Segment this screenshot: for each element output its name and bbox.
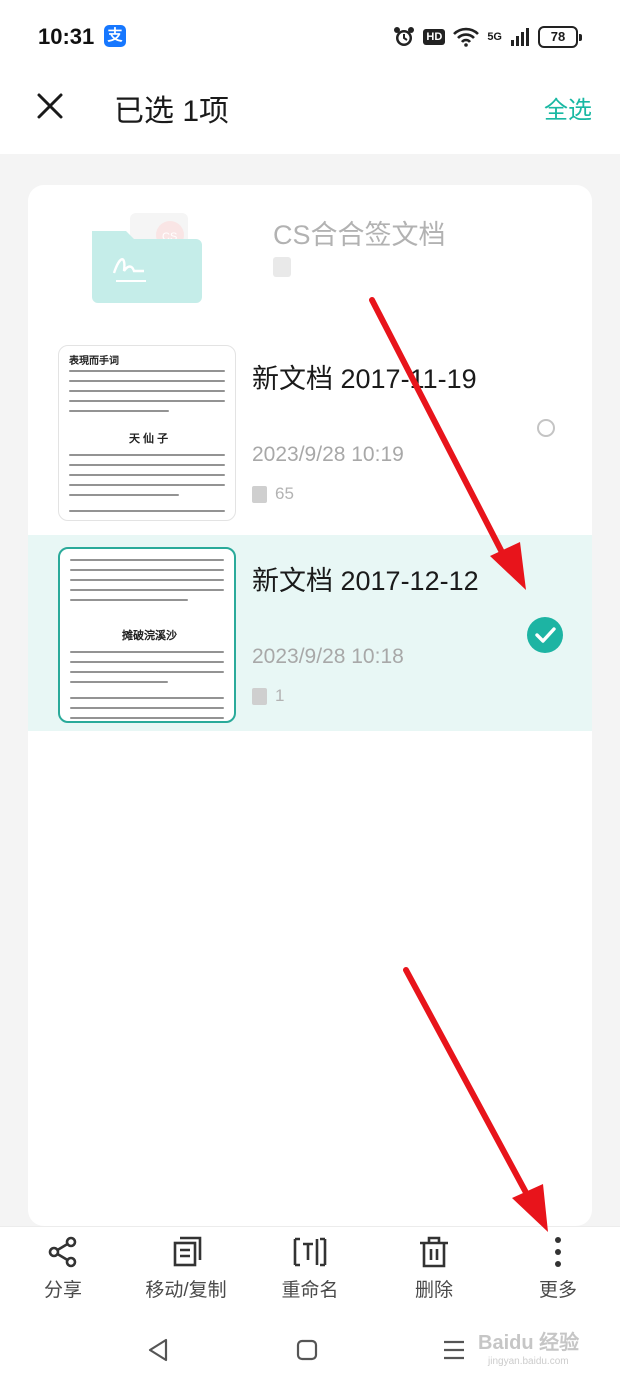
document-list-card: CS CS合合签文档 表現而手词 天 仙 子 新文档 2017-11-19 20… [28,185,592,1226]
document-thumbnail: 摊破浣溪沙 [58,547,236,723]
more-vertical-icon [555,1237,561,1267]
document-name: 新文档 2017-12-12 [252,566,479,596]
page-count-value: 65 [275,484,294,503]
thumbnail-heading: 天 仙 子 [129,433,169,445]
select-checkbox[interactable] [537,419,555,437]
signal-icon [511,28,529,46]
baidu-watermark-url: jingyan.baidu.com [488,1356,569,1367]
pages-icon [252,687,267,705]
alarm-icon [394,27,415,46]
more-button[interactable]: 更多 [503,1235,613,1309]
status-icons: HD 5G 78 [393,24,582,50]
nav-home-button[interactable] [289,1332,325,1368]
rename-icon [293,1237,327,1267]
folder-row: CS CS合合签文档 [28,185,592,325]
trash-icon [420,1236,448,1268]
back-triangle-icon [148,1338,168,1362]
pages-icon [252,485,267,503]
selection-header: 已选 1项 全选 [0,76,620,154]
document-row-selected[interactable]: 摊破浣溪沙 新文档 2017-12-12 2023/9/28 10:18 1 [28,535,592,731]
move-copy-icon [173,1236,202,1267]
page-title: 已选 1项 [114,95,230,128]
share-icon [48,1236,77,1268]
network-type-label: 5G [487,31,502,43]
move-copy-label: 移动/复制 [145,1280,227,1301]
close-icon [37,93,63,119]
thumbnail-heading: 摊破浣溪沙 [122,630,177,642]
thumbnail-page: 摊破浣溪沙 [66,555,228,719]
thumbnail-page: 表現而手词 天 仙 子 [65,352,229,514]
nav-back-button[interactable] [140,1332,176,1368]
checkmark-icon [535,627,556,643]
nav-menu-button[interactable] [436,1332,472,1368]
folder-name: CS合合签文档 [273,220,446,250]
document-page-count: 1 [252,686,285,705]
document-page-count: 65 [252,484,294,503]
battery-indicator: 78 [538,26,582,48]
document-thumbnail: 表現而手词 天 仙 子 [58,345,236,521]
move-copy-button[interactable]: 移动/复制 [131,1235,241,1309]
status-time: 10:31 [38,24,95,49]
bottom-action-toolbar: 分享 移动/复制 重命名 删除 更多 [0,1226,620,1312]
baidu-watermark: Baidu 经验 [478,1332,580,1354]
document-row[interactable]: 表現而手词 天 仙 子 新文档 2017-11-19 2023/9/28 10:… [28,333,592,529]
delete-button[interactable]: 删除 [379,1235,489,1309]
delete-label: 删除 [414,1280,453,1301]
document-name: 新文档 2017-11-19 [252,364,477,394]
wifi-icon [453,27,480,47]
home-square-icon [296,1339,318,1361]
status-bar: 10:31 支 HD 5G 78 [0,0,620,76]
more-label: 更多 [538,1280,577,1301]
hd-voice-icon: HD [423,29,446,45]
thumbnail-top-text: 表現而手词 [69,356,119,367]
menu-lines-icon [444,1340,464,1360]
rename-label: 重命名 [281,1280,339,1301]
select-checkbox-checked[interactable] [527,617,563,653]
page-count-value: 1 [275,686,285,705]
folder-icon: CS [92,213,202,303]
alipay-notification-icon: 支 [104,25,126,47]
select-all-button[interactable]: 全选 [544,90,592,125]
share-button[interactable]: 分享 [8,1235,118,1309]
close-button[interactable] [30,86,70,126]
folder-doc-icon [273,257,291,277]
share-label: 分享 [43,1280,82,1301]
document-date: 2023/9/28 10:19 [252,443,404,466]
document-list-area: CS CS合合签文档 表現而手词 天 仙 子 新文档 2017-11-19 20… [0,154,620,1226]
document-date: 2023/9/28 10:18 [252,645,404,668]
rename-button[interactable]: 重命名 [255,1235,365,1309]
